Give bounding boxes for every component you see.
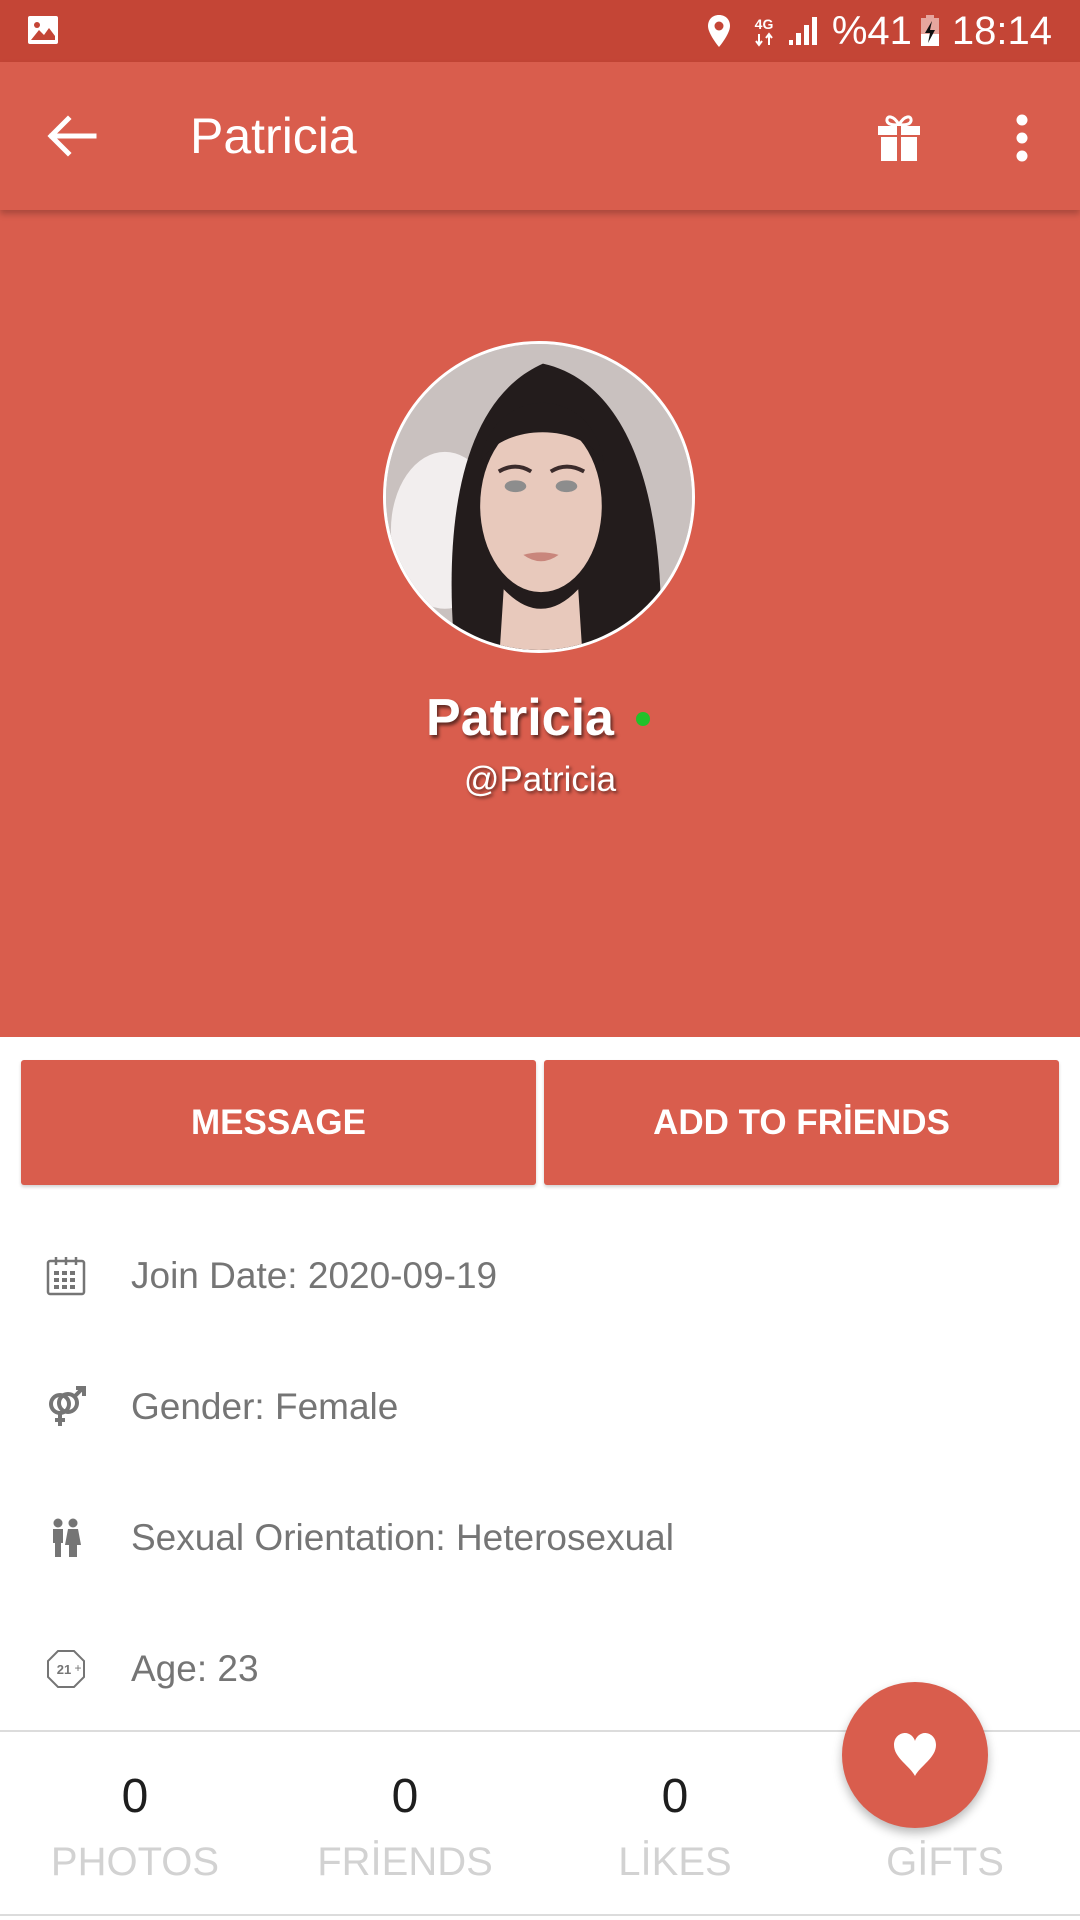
- status-bar: 4G %41 18:14: [0, 0, 1080, 62]
- stat-label: GİFTS: [886, 1840, 1004, 1884]
- stat-likes[interactable]: 0 LİKES: [540, 1732, 810, 1914]
- calendar-icon: [46, 1256, 86, 1295]
- app-bar: Patricia: [0, 62, 1080, 210]
- clock: 18:14: [951, 9, 1052, 53]
- info-row-join-date: Join Date: 2020-09-19: [0, 1210, 1080, 1341]
- battery-percent: %41: [831, 9, 912, 53]
- gender-icon: [49, 1385, 86, 1426]
- arrow-back-icon[interactable]: [46, 110, 98, 162]
- stat-label: PHOTOS: [50, 1840, 220, 1884]
- profile-actions: MESSAGE ADD TO FRİENDS: [21, 1060, 1059, 1185]
- orientation-text: Sexual Orientation: Heterosexual: [131, 1516, 674, 1558]
- username: @Patricia: [463, 760, 617, 799]
- like-fab-button[interactable]: [842, 1682, 988, 1828]
- profile-header: Patricia @Patricia: [0, 210, 1080, 1037]
- svg-text:21: 21: [57, 1662, 71, 1677]
- location-icon: [707, 15, 730, 47]
- avatar[interactable]: [383, 341, 695, 653]
- age-21-plus-icon: 21 +: [47, 1649, 85, 1688]
- gallery-icon: [28, 16, 58, 44]
- stat-label: FRİENDS: [317, 1840, 493, 1884]
- gift-icon[interactable]: [874, 112, 924, 162]
- age-text: Age: 23: [131, 1647, 259, 1689]
- online-status-indicator: [636, 712, 650, 726]
- bottom-divider: [0, 1914, 1080, 1916]
- stat-label: LİKES: [618, 1840, 732, 1884]
- add-to-friends-button[interactable]: ADD TO FRİENDS: [544, 1060, 1059, 1185]
- signal-icon: [788, 17, 817, 45]
- info-row-gender: Gender: Female: [0, 1341, 1080, 1472]
- couple-icon: [53, 1518, 81, 1557]
- join-date-text: Join Date: 2020-09-19: [131, 1254, 498, 1296]
- stat-count: 0: [121, 1770, 149, 1823]
- info-row-orientation: Sexual Orientation: Heterosexual: [0, 1472, 1080, 1603]
- more-vert-icon[interactable]: [1002, 114, 1042, 162]
- stat-count: 0: [391, 1770, 419, 1823]
- status-icons: 4G %41 18:14: [706, 0, 1052, 62]
- stat-count: 0: [661, 1770, 689, 1823]
- avatar-photo: [386, 344, 692, 650]
- heart-icon: [894, 1733, 936, 1776]
- svg-text:+: +: [74, 1661, 81, 1675]
- profile-screen: 4G %41 18:14 Patricia Patricia @Patricia…: [0, 0, 1080, 1920]
- svg-text:4G: 4G: [754, 16, 773, 32]
- gender-text: Gender: Female: [131, 1385, 399, 1427]
- stat-friends[interactable]: 0 FRİENDS: [270, 1732, 540, 1914]
- network-4g-icon: 4G: [754, 16, 773, 47]
- app-bar-title: Patricia: [190, 108, 357, 164]
- stat-photos[interactable]: 0 PHOTOS: [0, 1732, 270, 1914]
- message-button[interactable]: MESSAGE: [21, 1060, 536, 1185]
- display-name: Patricia: [426, 689, 614, 747]
- battery-charging-icon: [920, 15, 939, 46]
